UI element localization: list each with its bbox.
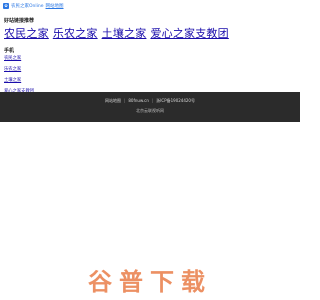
site-logo-icon[interactable]: ✿ xyxy=(3,3,9,9)
sitemap-link[interactable]: 网站地图 xyxy=(46,3,64,9)
featured-link[interactable]: 土壤之家 xyxy=(102,25,147,41)
featured-link[interactable]: 农民之家 xyxy=(4,25,49,41)
watermark-logo: 谷普下载 xyxy=(0,262,300,297)
featured-links: 农民之家 乐农之家 土壤之家 爱心之家支教团 xyxy=(4,25,229,41)
top-bar: ✿ 农民之家Online 网站地图 xyxy=(0,0,300,12)
footer-divider: | xyxy=(151,98,154,103)
footer-divider: | xyxy=(124,98,126,103)
site-brand-name[interactable]: 农民之家Online xyxy=(11,3,44,9)
mobile-link[interactable]: 乐农之家 xyxy=(4,67,34,78)
mobile-section-title: 手机 xyxy=(4,48,15,54)
footer: 网站地图 | 80fnuw.cn | 浙ICP备19024420号 北京云联视听网 xyxy=(0,92,300,122)
featured-link[interactable]: 乐农之家 xyxy=(53,25,98,41)
footer-copyright: 北京云联视听网 xyxy=(136,108,164,113)
footer-icp[interactable]: 浙ICP备19024420号 xyxy=(156,98,195,103)
mobile-link[interactable]: 农民之家 xyxy=(4,56,34,67)
footer-sitemap-link[interactable]: 网站地图 xyxy=(105,98,121,103)
mobile-link[interactable]: 土壤之家 xyxy=(4,78,34,89)
section-title: 好站链接推荐 xyxy=(4,18,35,24)
footer-links-row: 网站地图 | 80fnuw.cn | 浙ICP备19024420号 xyxy=(0,98,300,104)
featured-link[interactable]: 爱心之家支教团 xyxy=(150,25,228,41)
watermark-text: 谷普下载 xyxy=(88,268,212,296)
footer-domain[interactable]: 80fnuw.cn xyxy=(128,98,148,103)
